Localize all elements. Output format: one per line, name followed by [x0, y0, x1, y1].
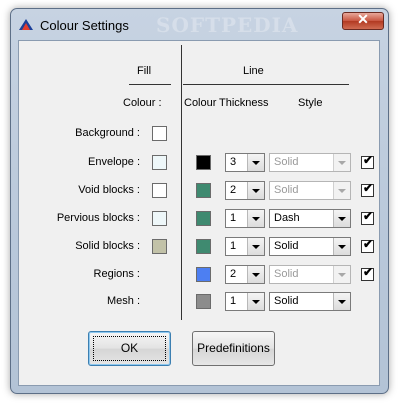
ok-button-label: OK — [120, 341, 139, 355]
thickness-value: 1 — [230, 240, 237, 252]
dialog-window: Colour Settings SOFTPEDIA ✕ Fill Line Co… — [10, 8, 389, 394]
row-label-envelope: Envelope : — [88, 156, 140, 168]
fill-colour-swatch-envelope[interactable] — [152, 155, 167, 170]
row-label-void-blocks: Void blocks : — [78, 184, 140, 196]
line-colour-swatch-regions[interactable] — [196, 267, 211, 282]
line-colour-header: Colour — [184, 97, 217, 109]
chevron-down-icon[interactable] — [333, 210, 350, 227]
checkmark-icon: ✔ — [363, 265, 374, 279]
thickness-value: 1 — [230, 295, 237, 307]
window-title: Colour Settings — [40, 18, 129, 33]
line-colour-swatch-mesh[interactable] — [196, 294, 211, 309]
thickness-value: 2 — [230, 184, 237, 196]
dialog-content: Fill Line Colour : Colour Thickness Styl… — [18, 40, 380, 386]
row-label-mesh: Mesh : — [106, 295, 140, 307]
title-bar[interactable]: Colour Settings SOFTPEDIA ✕ — [11, 9, 388, 41]
app-logo-icon — [19, 19, 33, 30]
thickness-value: 2 — [230, 268, 237, 280]
line-style-value: Solid — [274, 240, 299, 252]
close-icon: ✕ — [357, 11, 369, 27]
thickness-dropdown-envelope[interactable]: 3 — [225, 153, 265, 172]
visible-checkbox-pervious-blocks[interactable]: ✔ — [361, 209, 374, 225]
line-style-value: Solid — [274, 184, 299, 196]
fill-colour-header: Colour : — [123, 97, 162, 109]
line-style-value: Solid — [274, 268, 299, 280]
column-divider — [181, 45, 182, 320]
line-colour-swatch-pervious-blocks[interactable] — [196, 211, 211, 226]
chevron-down-icon[interactable] — [247, 293, 264, 310]
line-style-dropdown-envelope[interactable]: Solid — [269, 153, 351, 172]
line-colour-swatch-solid-blocks[interactable] — [196, 239, 211, 254]
line-style-dropdown-regions[interactable]: Solid — [269, 265, 351, 284]
close-button[interactable]: ✕ — [342, 11, 384, 30]
chevron-down-icon[interactable] — [333, 154, 350, 171]
chevron-down-icon[interactable] — [247, 182, 264, 199]
line-style-value: Dash — [274, 212, 300, 224]
watermark: SOFTPEDIA — [156, 13, 299, 37]
line-colour-swatch-envelope[interactable] — [196, 155, 211, 170]
fill-header-rule — [129, 84, 171, 85]
chevron-down-icon[interactable] — [247, 266, 264, 283]
thickness-dropdown-pervious-blocks[interactable]: 1 — [225, 209, 265, 228]
line-header: Line — [243, 65, 264, 77]
checkmark-icon: ✔ — [363, 209, 374, 223]
chevron-down-icon[interactable] — [247, 154, 264, 171]
chevron-down-icon[interactable] — [247, 210, 264, 227]
row-label-solid-blocks: Solid blocks : — [75, 240, 140, 252]
chevron-down-icon[interactable] — [333, 182, 350, 199]
fill-header: Fill — [137, 65, 152, 77]
fill-colour-swatch-solid-blocks[interactable] — [152, 239, 167, 254]
chevron-down-icon[interactable] — [333, 266, 350, 283]
checkmark-icon: ✔ — [363, 153, 374, 167]
fill-colour-swatch-void-blocks[interactable] — [152, 183, 167, 198]
thickness-header: Thickness — [219, 97, 269, 109]
chevron-down-icon[interactable] — [333, 238, 350, 255]
visible-checkbox-void-blocks[interactable]: ✔ — [361, 181, 374, 197]
checkmark-icon: ✔ — [363, 181, 374, 195]
line-style-dropdown-pervious-blocks[interactable]: Dash — [269, 209, 351, 228]
chevron-down-icon[interactable] — [247, 238, 264, 255]
line-style-value: Solid — [274, 156, 299, 168]
line-colour-swatch-void-blocks[interactable] — [196, 183, 211, 198]
row-label-pervious-blocks: Pervious blocks : — [56, 212, 140, 224]
line-style-dropdown-void-blocks[interactable]: Solid — [269, 181, 351, 200]
thickness-dropdown-void-blocks[interactable]: 2 — [225, 181, 265, 200]
thickness-dropdown-mesh[interactable]: 1 — [225, 292, 265, 311]
checkmark-icon: ✔ — [363, 237, 374, 251]
thickness-dropdown-regions[interactable]: 2 — [225, 265, 265, 284]
line-style-dropdown-solid-blocks[interactable]: Solid — [269, 237, 351, 256]
fill-colour-swatch-background[interactable] — [152, 126, 167, 141]
thickness-value: 3 — [230, 156, 237, 168]
ok-button[interactable]: OK — [88, 331, 171, 366]
thickness-dropdown-solid-blocks[interactable]: 1 — [225, 237, 265, 256]
predefinitions-button-label: Predefinitions — [197, 341, 270, 355]
style-header: Style — [298, 97, 323, 109]
row-label-regions: Regions : — [93, 268, 140, 280]
row-label-background: Background : — [75, 127, 140, 139]
predefinitions-button[interactable]: Predefinitions — [192, 331, 275, 366]
visible-checkbox-regions[interactable]: ✔ — [361, 265, 374, 281]
line-header-rule — [183, 84, 349, 85]
thickness-value: 1 — [230, 212, 237, 224]
line-style-dropdown-mesh[interactable]: Solid — [269, 292, 351, 311]
fill-colour-swatch-pervious-blocks[interactable] — [152, 211, 167, 226]
visible-checkbox-envelope[interactable]: ✔ — [361, 153, 374, 169]
visible-checkbox-solid-blocks[interactable]: ✔ — [361, 237, 374, 253]
chevron-down-icon[interactable] — [333, 293, 350, 310]
line-style-value: Solid — [274, 295, 299, 307]
